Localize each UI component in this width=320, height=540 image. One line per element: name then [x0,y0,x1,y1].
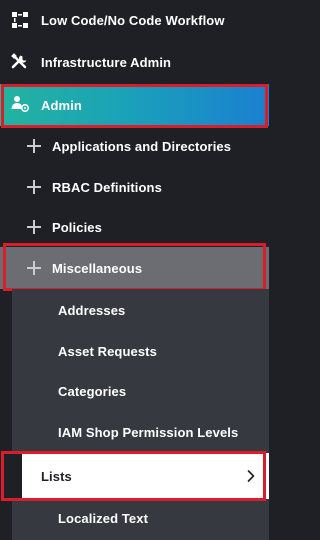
plus-icon [26,138,42,154]
menu-item-infrastructure-admin[interactable]: Infrastructure Admin [0,42,269,82]
menu-item-label: Low Code/No Code Workflow [41,12,225,28]
plus-icon [26,179,42,195]
menu-item-label: IAM Shop Permission Levels [58,424,239,440]
plus-icon [26,219,42,235]
menu-item-low-code-workflow[interactable]: Low Code/No Code Workflow [0,0,269,40]
menu-item-iam-shop-permission-levels[interactable]: IAM Shop Permission Levels [0,412,269,452]
menu-item-admin[interactable]: Admin [0,84,269,126]
menu-item-policies[interactable]: Policies [0,207,269,247]
workflow-icon [12,12,28,28]
menu-item-label: Asset Requests [58,343,157,359]
tools-icon [11,53,27,69]
menu-item-localized-text[interactable]: Localized Text [0,498,269,538]
menu-item-rbac-definitions[interactable]: RBAC Definitions [0,167,269,207]
menu-item-applications-and-directories[interactable]: Applications and Directories [0,126,269,166]
menu-item-label: Addresses [58,302,126,318]
admin-users-gear-icon [11,96,30,113]
menu-item-addresses[interactable]: Addresses [0,290,269,330]
menu-item-miscellaneous[interactable]: Miscellaneous [0,247,269,289]
plus-icon [26,260,42,276]
selection-indicator [0,453,22,499]
menu-item-categories[interactable]: Categories [0,371,269,411]
menu-item-label: Categories [58,383,127,399]
chevron-right-icon [247,470,255,482]
menu-item-label: Miscellaneous [52,260,143,276]
menu-item-label: Localized Text [58,510,149,526]
menu-item-label: Applications and Directories [52,138,232,154]
menu-item-asset-requests[interactable]: Asset Requests [0,331,269,371]
menu-item-label: RBAC Definitions [52,179,162,195]
sidebar-menu: Low Code/No Code Workflow Infrastructure… [0,0,269,540]
menu-item-label: Policies [52,219,102,235]
menu-item-label: Infrastructure Admin [41,54,172,70]
menu-item-label: Lists [41,468,72,484]
menu-item-lists[interactable]: Lists [0,453,269,499]
menu-item-label: Admin [41,97,82,113]
